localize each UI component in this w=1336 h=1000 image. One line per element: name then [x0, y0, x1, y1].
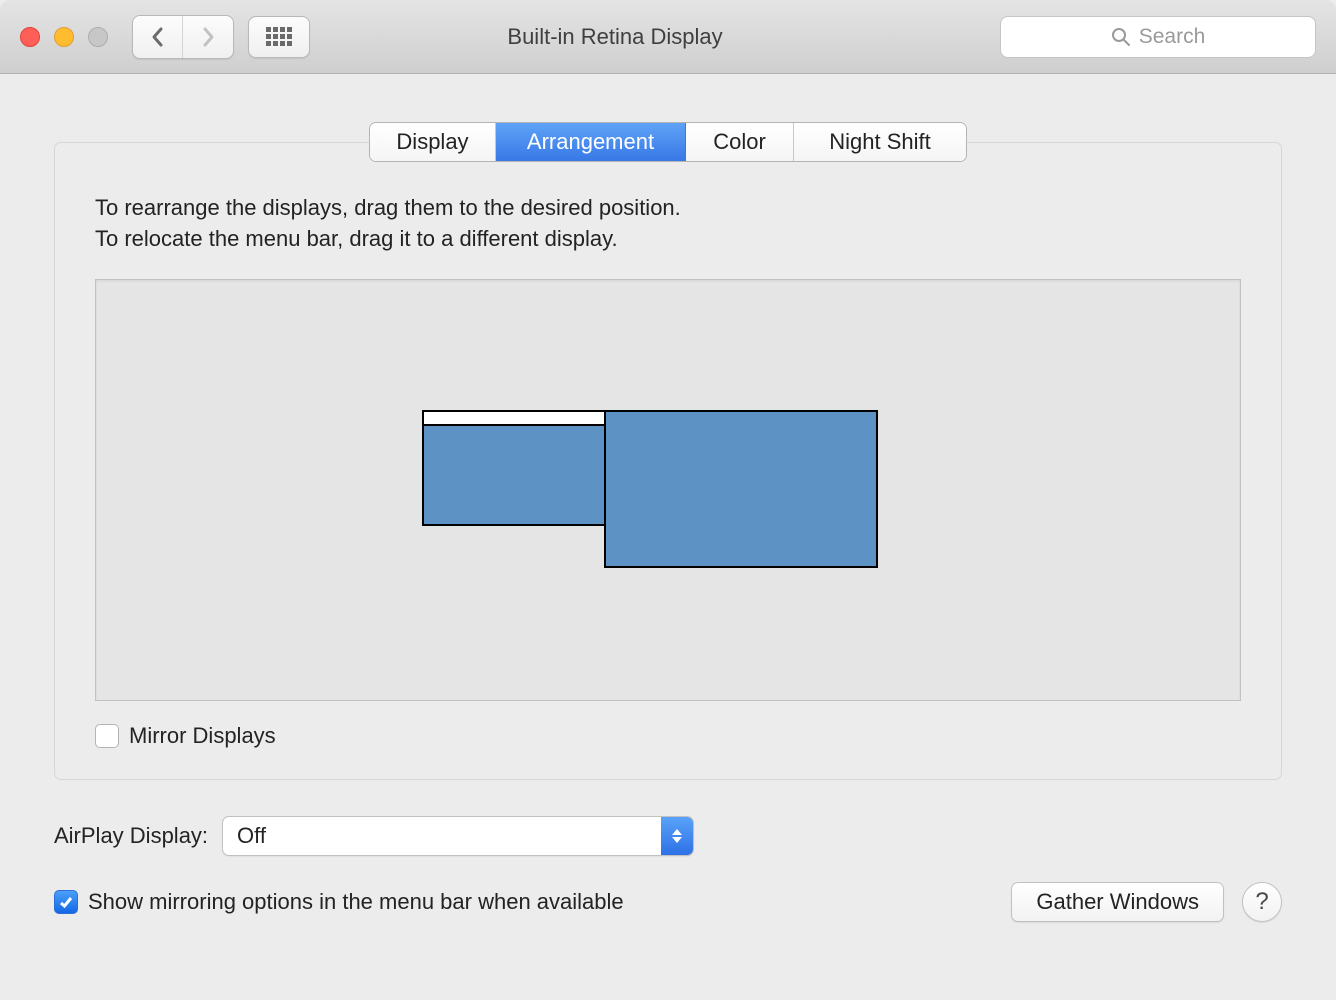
content-area: Display Arrangement Color Night Shift To… [0, 74, 1336, 1000]
window-title: Built-in Retina Display [244, 24, 986, 50]
tab-night-shift[interactable]: Night Shift [794, 123, 966, 161]
gather-windows-button[interactable]: Gather Windows [1011, 882, 1224, 922]
mirroring-options-label: Show mirroring options in the menu bar w… [88, 889, 624, 915]
display-secondary[interactable] [604, 410, 878, 568]
search-icon [1111, 27, 1131, 47]
menu-bar-handle[interactable] [424, 412, 604, 426]
nav-segment [132, 15, 234, 59]
window-controls [20, 27, 108, 47]
airplay-select[interactable]: Off [222, 816, 694, 856]
instructions: To rearrange the displays, drag them to … [95, 193, 1241, 255]
mirroring-options-row: Show mirroring options in the menu bar w… [54, 889, 1011, 915]
tab-bar: Display Arrangement Color Night Shift [369, 122, 967, 162]
mirror-displays-checkbox[interactable] [95, 724, 119, 748]
mirror-displays-label: Mirror Displays [129, 723, 276, 749]
search-placeholder: Search [1139, 25, 1206, 49]
back-button[interactable] [133, 16, 183, 58]
tab-display[interactable]: Display [370, 123, 496, 161]
forward-button [183, 16, 233, 58]
mirror-displays-row: Mirror Displays [95, 723, 1241, 749]
mirroring-options-checkbox[interactable] [54, 890, 78, 914]
instruction-line-2: To relocate the menu bar, drag it to a d… [95, 224, 1241, 255]
minimize-button[interactable] [54, 27, 74, 47]
search-input[interactable]: Search [1000, 16, 1316, 58]
tab-arrangement[interactable]: Arrangement [496, 123, 686, 161]
bottom-row: Show mirroring options in the menu bar w… [54, 882, 1282, 922]
select-stepper-icon [661, 817, 693, 855]
airplay-value: Off [223, 823, 661, 849]
help-button[interactable]: ? [1242, 882, 1282, 922]
tab-color[interactable]: Color [686, 123, 794, 161]
close-button[interactable] [20, 27, 40, 47]
airplay-row: AirPlay Display: Off [54, 816, 1282, 856]
airplay-label: AirPlay Display: [54, 823, 208, 849]
instruction-line-1: To rearrange the displays, drag them to … [95, 193, 1241, 224]
arrangement-panel: To rearrange the displays, drag them to … [54, 142, 1282, 780]
arrangement-area [95, 279, 1241, 701]
zoom-button [88, 27, 108, 47]
preferences-window: Built-in Retina Display Search Display A… [0, 0, 1336, 1000]
titlebar: Built-in Retina Display Search [0, 0, 1336, 74]
display-primary[interactable] [422, 410, 606, 526]
